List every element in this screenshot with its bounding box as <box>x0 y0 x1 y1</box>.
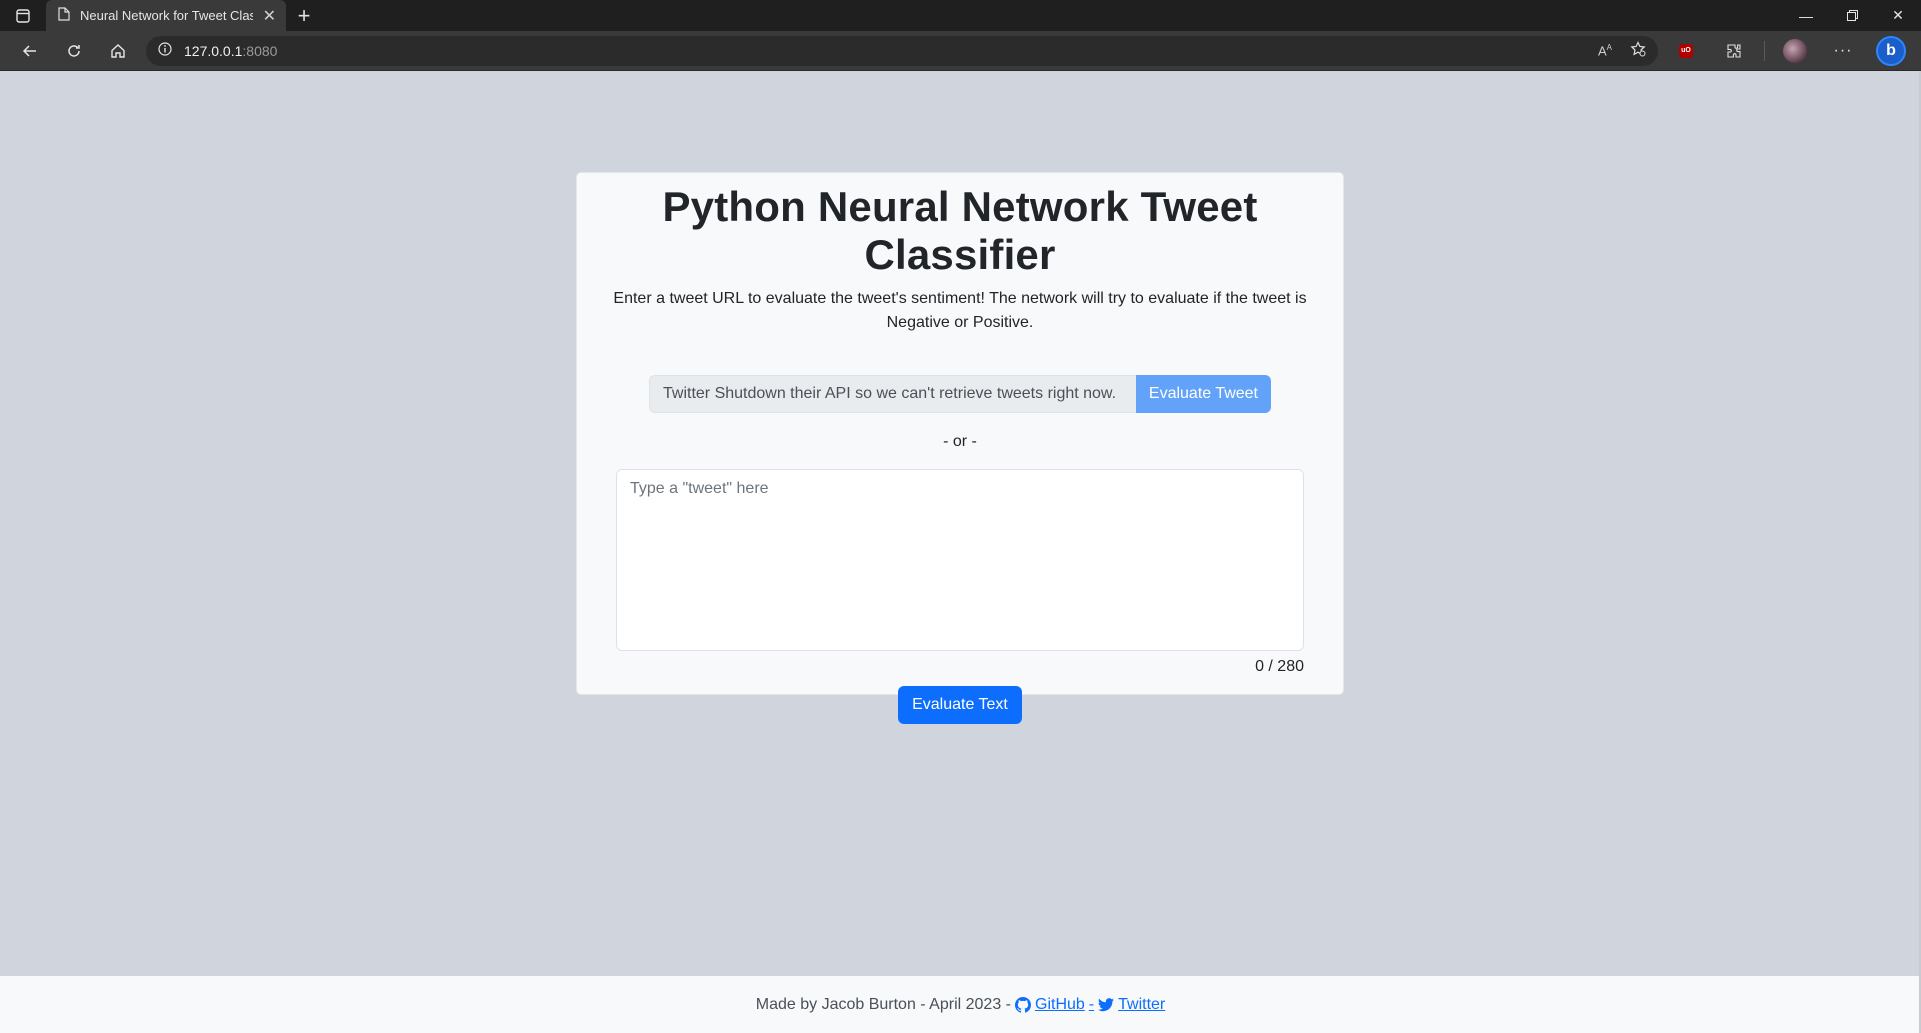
extensions-icon[interactable] <box>1712 35 1756 67</box>
toolbar-divider <box>1764 40 1765 61</box>
new-tab-icon[interactable]: + <box>286 0 322 31</box>
twitter-icon <box>1098 997 1115 1011</box>
page-subtitle: Enter a tweet URL to evaluate the tweet'… <box>613 290 1307 331</box>
ublock-extension-icon[interactable]: uO <box>1664 35 1708 67</box>
close-tab-icon[interactable]: ✕ <box>263 6 276 26</box>
tweet-text-group: 0 / 280 <box>616 469 1304 676</box>
home-icon[interactable] <box>96 35 140 67</box>
more-options-icon[interactable]: ··· <box>1821 35 1865 67</box>
page-footer: Made by Jacob Burton - April 2023 - GitH… <box>0 976 1921 1033</box>
add-favorite-icon[interactable] <box>1630 41 1646 60</box>
or-separator: - or - <box>943 433 977 450</box>
footer-dash: - <box>1088 995 1095 1013</box>
read-aloud-icon[interactable]: AA <box>1598 43 1612 58</box>
restore-icon[interactable] <box>1829 0 1875 31</box>
evaluate-tweet-button[interactable]: Evaluate Tweet <box>1135 375 1271 413</box>
classifier-card: Python Neural Network Tweet Classifier E… <box>576 172 1344 724</box>
close-window-icon[interactable]: ✕ <box>1875 0 1921 31</box>
footer-credit: Made by Jacob Burton - April 2023 - <box>755 995 1011 1013</box>
tweet-textarea[interactable] <box>616 469 1304 651</box>
page-viewport: Python Neural Network Tweet Classifier E… <box>0 71 1921 1033</box>
site-info-icon[interactable] <box>158 42 172 59</box>
profile-avatar[interactable] <box>1773 35 1817 67</box>
window-controls: — ✕ <box>1783 0 1921 31</box>
page-title: Python Neural Network Tweet Classifier <box>662 183 1258 278</box>
browser-tab-bar: Neural Network for Tweet Classifier ✕ + … <box>0 0 1921 31</box>
twitter-link[interactable]: Twitter <box>1098 996 1165 1014</box>
twitter-link-label: Twitter <box>1118 995 1166 1013</box>
minimize-icon[interactable]: — <box>1783 0 1829 31</box>
tab-title: Neural Network for Tweet Classifier <box>80 8 253 23</box>
evaluate-text-button[interactable]: Evaluate Text <box>898 686 1022 724</box>
back-icon[interactable] <box>8 35 52 67</box>
github-link-label: GitHub <box>1035 995 1085 1013</box>
browser-tab[interactable]: Neural Network for Tweet Classifier ✕ <box>46 0 286 31</box>
tweet-url-input[interactable]: Twitter Shutdown their API so we can't r… <box>649 375 1136 413</box>
character-count: 0 / 280 <box>1255 658 1304 675</box>
address-bar[interactable]: 127.0.0.1:8080 AA <box>146 35 1658 66</box>
tab-actions-icon[interactable] <box>0 0 46 31</box>
url-text: 127.0.0.1:8080 <box>184 42 278 59</box>
browser-toolbar: 127.0.0.1:8080 AA uO ··· b <box>0 31 1921 71</box>
bing-copilot-icon[interactable]: b <box>1869 35 1913 67</box>
page-icon <box>58 7 70 24</box>
github-icon <box>1015 996 1031 1013</box>
refresh-icon[interactable] <box>52 35 96 67</box>
tweet-url-group: Twitter Shutdown their API so we can't r… <box>649 375 1271 413</box>
github-link[interactable]: GitHub <box>1015 996 1085 1014</box>
